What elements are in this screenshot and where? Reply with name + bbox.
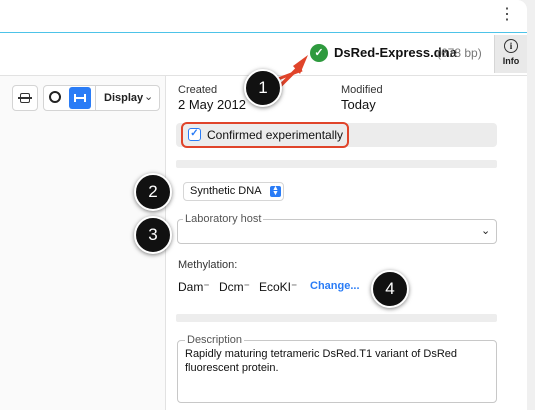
description-label: Description — [185, 334, 245, 346]
view-toggle-group: Display ⌄ — [43, 85, 160, 111]
top-bar: ⋮ — [0, 0, 527, 33]
more-menu-icon[interactable]: ⋮ — [499, 6, 515, 24]
callout-badge-1: 1 — [244, 69, 282, 107]
callout-badge-3: 3 — [134, 216, 172, 254]
toolbar-divider — [95, 86, 96, 110]
info-icon: i — [504, 39, 518, 53]
methylation-dam: Dam⁻ — [178, 280, 210, 294]
methylation-dcm: Dcm⁻ — [219, 280, 250, 294]
dna-type-value: Synthetic DNA — [190, 185, 262, 197]
callout-badge-2: 2 — [134, 173, 172, 211]
dna-type-select[interactable]: Synthetic DNA ▲ ▼ — [183, 182, 284, 201]
check-circle-icon: ✓ — [310, 44, 328, 62]
info-button[interactable]: i Info — [494, 35, 527, 73]
modified-value: Today — [341, 97, 376, 112]
description-text[interactable]: Rapidly maturing tetrameric DsRed.T1 var… — [185, 347, 485, 375]
info-button-label: Info — [502, 56, 520, 66]
sequence-view-button[interactable] — [12, 85, 38, 111]
select-arrows-icon: ▲ ▼ — [270, 185, 281, 197]
display-menu-button[interactable]: Display — [104, 92, 143, 104]
change-methylation-link[interactable]: Change... — [310, 280, 360, 292]
methylation-ecoki: EcoKI⁻ — [259, 280, 298, 294]
callout-badge-4: 4 — [371, 270, 409, 308]
chevron-down-icon[interactable]: ⌄ — [144, 90, 153, 103]
circular-map-button[interactable] — [46, 88, 66, 108]
sequence-length: (678 bp) — [437, 46, 482, 60]
chevron-down-icon[interactable]: ⌄ — [481, 224, 490, 237]
created-value: 2 May 2012 — [178, 97, 246, 112]
modified-label: Modified — [341, 84, 383, 96]
section-divider — [176, 160, 497, 168]
circle-icon — [49, 91, 61, 103]
annotation-highlight-box — [181, 122, 349, 148]
methylation-label: Methylation: — [178, 259, 238, 271]
created-label: Created — [178, 84, 218, 96]
linear-map-button[interactable] — [69, 87, 91, 109]
section-divider — [176, 314, 497, 322]
laboratory-host-label: Laboratory host — [183, 213, 264, 225]
